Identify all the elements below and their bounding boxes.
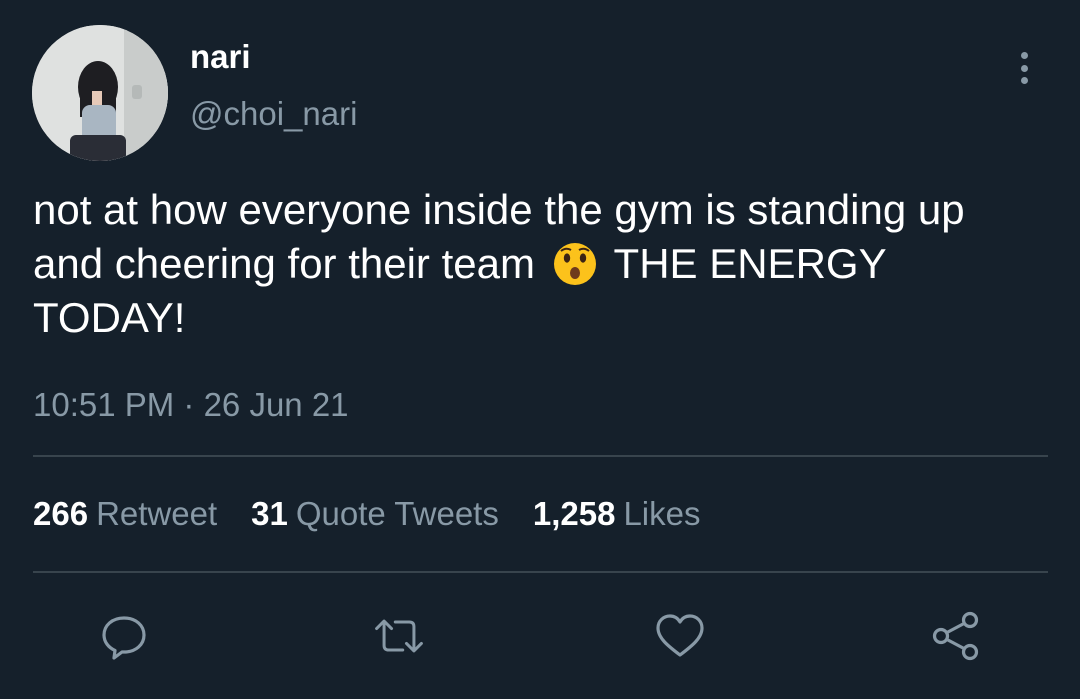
author-handle[interactable]: @choi_nari — [190, 95, 357, 133]
retweet-icon — [375, 619, 423, 653]
quote-tweet-count: 31 — [251, 495, 288, 532]
retweet-stat[interactable]: 266 Retweet — [33, 495, 217, 533]
author-display-name[interactable]: nari — [190, 38, 251, 76]
share-icon — [932, 611, 979, 661]
quote-tweet-stat[interactable]: 31 Quote Tweets — [251, 495, 499, 533]
retweet-count: 266 — [33, 495, 89, 532]
quote-tweet-label: Quote Tweets — [295, 495, 499, 532]
reply-button[interactable] — [96, 608, 152, 664]
likes-count: 1,258 — [532, 495, 616, 532]
profile-photo — [32, 25, 168, 161]
tweet-stats: 266 Retweet 31 Quote Tweets 1,258 Likes — [33, 495, 735, 533]
retweet-label: Retweet — [96, 495, 218, 532]
retweet-button[interactable] — [371, 608, 427, 664]
more-dot — [1020, 77, 1028, 84]
hushed-face-emoji — [549, 242, 601, 286]
tweet-text: not at how everyone inside the gym is st… — [33, 183, 1043, 345]
like-icon — [656, 614, 704, 657]
avatar[interactable] — [32, 25, 168, 161]
likes-stat[interactable]: 1,258 Likes — [533, 495, 701, 533]
like-button[interactable] — [652, 608, 708, 664]
divider — [33, 571, 1048, 573]
more-dot — [1020, 64, 1028, 72]
likes-label: Likes — [623, 495, 701, 532]
tweet-timestamp[interactable]: 10:51 PM · 26 Jun 21 — [33, 386, 349, 424]
reply-icon — [102, 616, 146, 660]
more-dot — [1020, 52, 1028, 59]
more-options-icon[interactable] — [1010, 48, 1038, 88]
divider — [33, 455, 1048, 457]
share-button[interactable] — [928, 608, 984, 664]
